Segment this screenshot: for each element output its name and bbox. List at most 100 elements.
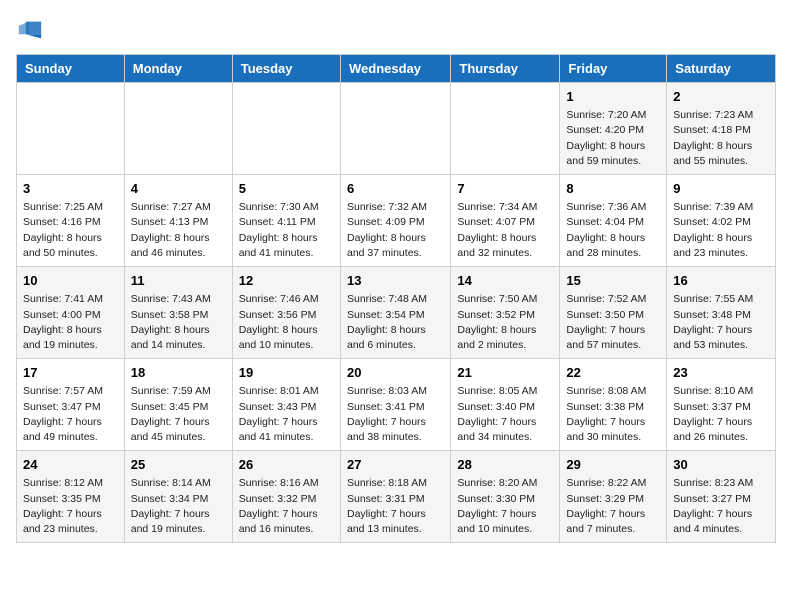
calendar-cell: 22 Sunrise: 8:08 AM Sunset: 3:38 PM Dayli… bbox=[560, 359, 667, 451]
day-info: Sunrise: 7:52 AM Sunset: 3:50 PM Dayligh… bbox=[566, 292, 660, 353]
day-number: 10 bbox=[23, 272, 118, 290]
day-number: 26 bbox=[239, 456, 334, 474]
day-info: Sunrise: 7:30 AM Sunset: 4:11 PM Dayligh… bbox=[239, 200, 334, 261]
calendar-cell bbox=[17, 83, 125, 175]
weekday-header: Saturday bbox=[667, 55, 776, 83]
day-number: 29 bbox=[566, 456, 660, 474]
weekday-header: Wednesday bbox=[340, 55, 450, 83]
day-number: 20 bbox=[347, 364, 444, 382]
day-number: 12 bbox=[239, 272, 334, 290]
calendar-table: SundayMondayTuesdayWednesdayThursdayFrid… bbox=[16, 54, 776, 543]
day-number: 23 bbox=[673, 364, 769, 382]
calendar-cell: 17 Sunrise: 7:57 AM Sunset: 3:47 PM Dayli… bbox=[17, 359, 125, 451]
day-number: 1 bbox=[566, 88, 660, 106]
weekday-header: Friday bbox=[560, 55, 667, 83]
day-info: Sunrise: 8:10 AM Sunset: 3:37 PM Dayligh… bbox=[673, 384, 769, 445]
calendar-cell: 21 Sunrise: 8:05 AM Sunset: 3:40 PM Dayli… bbox=[451, 359, 560, 451]
day-info: Sunrise: 8:22 AM Sunset: 3:29 PM Dayligh… bbox=[566, 476, 660, 537]
calendar-cell: 6 Sunrise: 7:32 AM Sunset: 4:09 PM Daylig… bbox=[340, 175, 450, 267]
day-info: Sunrise: 7:59 AM Sunset: 3:45 PM Dayligh… bbox=[131, 384, 226, 445]
calendar-cell bbox=[124, 83, 232, 175]
calendar-cell: 3 Sunrise: 7:25 AM Sunset: 4:16 PM Daylig… bbox=[17, 175, 125, 267]
weekday-header: Tuesday bbox=[232, 55, 340, 83]
day-number: 15 bbox=[566, 272, 660, 290]
day-number: 2 bbox=[673, 88, 769, 106]
day-number: 28 bbox=[457, 456, 553, 474]
day-number: 9 bbox=[673, 180, 769, 198]
calendar-cell: 26 Sunrise: 8:16 AM Sunset: 3:32 PM Dayli… bbox=[232, 451, 340, 543]
day-number: 17 bbox=[23, 364, 118, 382]
day-info: Sunrise: 7:46 AM Sunset: 3:56 PM Dayligh… bbox=[239, 292, 334, 353]
day-number: 16 bbox=[673, 272, 769, 290]
calendar-cell: 25 Sunrise: 8:14 AM Sunset: 3:34 PM Dayli… bbox=[124, 451, 232, 543]
day-info: Sunrise: 8:03 AM Sunset: 3:41 PM Dayligh… bbox=[347, 384, 444, 445]
calendar-cell: 30 Sunrise: 8:23 AM Sunset: 3:27 PM Dayli… bbox=[667, 451, 776, 543]
day-number: 5 bbox=[239, 180, 334, 198]
day-info: Sunrise: 8:16 AM Sunset: 3:32 PM Dayligh… bbox=[239, 476, 334, 537]
calendar-cell bbox=[340, 83, 450, 175]
day-info: Sunrise: 7:55 AM Sunset: 3:48 PM Dayligh… bbox=[673, 292, 769, 353]
calendar-cell: 4 Sunrise: 7:27 AM Sunset: 4:13 PM Daylig… bbox=[124, 175, 232, 267]
day-info: Sunrise: 8:20 AM Sunset: 3:30 PM Dayligh… bbox=[457, 476, 553, 537]
calendar-week-row: 1 Sunrise: 7:20 AM Sunset: 4:20 PM Daylig… bbox=[17, 83, 776, 175]
day-info: Sunrise: 7:57 AM Sunset: 3:47 PM Dayligh… bbox=[23, 384, 118, 445]
calendar-cell: 20 Sunrise: 8:03 AM Sunset: 3:41 PM Dayli… bbox=[340, 359, 450, 451]
day-number: 11 bbox=[131, 272, 226, 290]
day-info: Sunrise: 7:39 AM Sunset: 4:02 PM Dayligh… bbox=[673, 200, 769, 261]
day-number: 7 bbox=[457, 180, 553, 198]
day-info: Sunrise: 7:32 AM Sunset: 4:09 PM Dayligh… bbox=[347, 200, 444, 261]
calendar-cell: 18 Sunrise: 7:59 AM Sunset: 3:45 PM Dayli… bbox=[124, 359, 232, 451]
day-number: 3 bbox=[23, 180, 118, 198]
logo-icon bbox=[16, 16, 44, 44]
day-number: 18 bbox=[131, 364, 226, 382]
day-number: 30 bbox=[673, 456, 769, 474]
calendar-week-row: 24 Sunrise: 8:12 AM Sunset: 3:35 PM Dayli… bbox=[17, 451, 776, 543]
calendar-cell: 2Sunrise: 7:23 AM Sunset: 4:18 PM Daylig… bbox=[667, 83, 776, 175]
weekday-header: Sunday bbox=[17, 55, 125, 83]
day-info: Sunrise: 7:50 AM Sunset: 3:52 PM Dayligh… bbox=[457, 292, 553, 353]
calendar-cell: 14 Sunrise: 7:50 AM Sunset: 3:52 PM Dayli… bbox=[451, 267, 560, 359]
calendar-cell: 15 Sunrise: 7:52 AM Sunset: 3:50 PM Dayli… bbox=[560, 267, 667, 359]
day-info: Sunrise: 8:08 AM Sunset: 3:38 PM Dayligh… bbox=[566, 384, 660, 445]
day-info: Sunrise: 8:23 AM Sunset: 3:27 PM Dayligh… bbox=[673, 476, 769, 537]
calendar-cell: 13 Sunrise: 7:48 AM Sunset: 3:54 PM Dayli… bbox=[340, 267, 450, 359]
day-number: 13 bbox=[347, 272, 444, 290]
calendar-cell: 5 Sunrise: 7:30 AM Sunset: 4:11 PM Daylig… bbox=[232, 175, 340, 267]
day-info: Sunrise: 7:48 AM Sunset: 3:54 PM Dayligh… bbox=[347, 292, 444, 353]
calendar-cell bbox=[451, 83, 560, 175]
calendar-cell: 27 Sunrise: 8:18 AM Sunset: 3:31 PM Dayli… bbox=[340, 451, 450, 543]
day-info: Sunrise: 7:20 AM Sunset: 4:20 PM Dayligh… bbox=[566, 108, 660, 169]
calendar-cell: 16 Sunrise: 7:55 AM Sunset: 3:48 PM Dayli… bbox=[667, 267, 776, 359]
day-info: Sunrise: 8:14 AM Sunset: 3:34 PM Dayligh… bbox=[131, 476, 226, 537]
calendar-cell bbox=[232, 83, 340, 175]
day-number: 22 bbox=[566, 364, 660, 382]
day-info: Sunrise: 7:36 AM Sunset: 4:04 PM Dayligh… bbox=[566, 200, 660, 261]
calendar-cell: 29 Sunrise: 8:22 AM Sunset: 3:29 PM Dayli… bbox=[560, 451, 667, 543]
page-header bbox=[16, 16, 776, 44]
calendar-cell: 28 Sunrise: 8:20 AM Sunset: 3:30 PM Dayli… bbox=[451, 451, 560, 543]
day-number: 6 bbox=[347, 180, 444, 198]
day-info: Sunrise: 7:27 AM Sunset: 4:13 PM Dayligh… bbox=[131, 200, 226, 261]
weekday-header: Thursday bbox=[451, 55, 560, 83]
calendar-cell: 10 Sunrise: 7:41 AM Sunset: 4:00 PM Dayli… bbox=[17, 267, 125, 359]
day-number: 25 bbox=[131, 456, 226, 474]
day-info: Sunrise: 7:34 AM Sunset: 4:07 PM Dayligh… bbox=[457, 200, 553, 261]
day-number: 14 bbox=[457, 272, 553, 290]
day-number: 27 bbox=[347, 456, 444, 474]
day-info: Sunrise: 8:01 AM Sunset: 3:43 PM Dayligh… bbox=[239, 384, 334, 445]
day-number: 21 bbox=[457, 364, 553, 382]
day-number: 19 bbox=[239, 364, 334, 382]
day-number: 4 bbox=[131, 180, 226, 198]
calendar-cell: 11Sunrise: 7:43 AM Sunset: 3:58 PM Dayli… bbox=[124, 267, 232, 359]
day-number: 24 bbox=[23, 456, 118, 474]
logo bbox=[16, 16, 48, 44]
day-info: Sunrise: 8:12 AM Sunset: 3:35 PM Dayligh… bbox=[23, 476, 118, 537]
calendar-cell: 23 Sunrise: 8:10 AM Sunset: 3:37 PM Dayli… bbox=[667, 359, 776, 451]
day-info: Sunrise: 7:41 AM Sunset: 4:00 PM Dayligh… bbox=[23, 292, 118, 353]
day-info: Sunrise: 8:18 AM Sunset: 3:31 PM Dayligh… bbox=[347, 476, 444, 537]
day-info: Sunrise: 8:05 AM Sunset: 3:40 PM Dayligh… bbox=[457, 384, 553, 445]
day-info: Sunrise: 7:25 AM Sunset: 4:16 PM Dayligh… bbox=[23, 200, 118, 261]
calendar-cell: 8Sunrise: 7:36 AM Sunset: 4:04 PM Daylig… bbox=[560, 175, 667, 267]
calendar-cell: 7 Sunrise: 7:34 AM Sunset: 4:07 PM Daylig… bbox=[451, 175, 560, 267]
calendar-cell: 12 Sunrise: 7:46 AM Sunset: 3:56 PM Dayli… bbox=[232, 267, 340, 359]
